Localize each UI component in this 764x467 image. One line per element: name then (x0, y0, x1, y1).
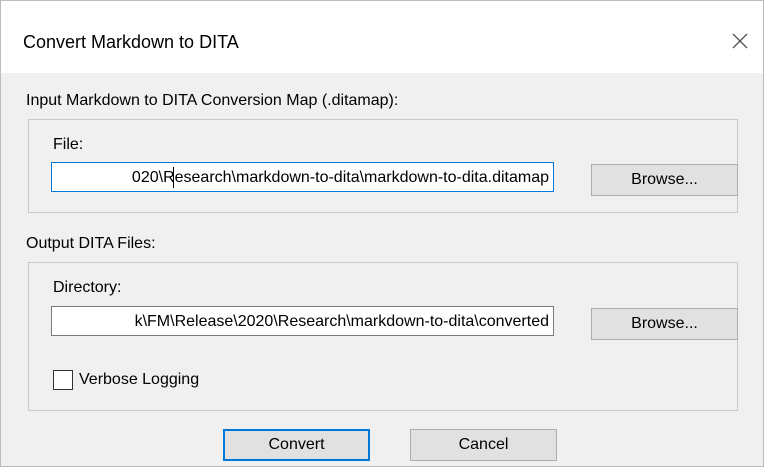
verbose-logging-label: Verbose Logging (79, 371, 200, 388)
input-file-group: File: 020\Research\markdown-to-dita\mark… (28, 119, 738, 213)
browse-file-button[interactable]: Browse... (591, 164, 738, 196)
dialog-titlebar: Convert Markdown to DITA (1, 1, 763, 73)
directory-label: Directory: (53, 279, 122, 296)
browse-directory-button[interactable]: Browse... (591, 308, 738, 340)
directory-path-input[interactable]: k\FM\Release\2020\Research\markdown-to-d… (51, 306, 554, 336)
file-label: File: (53, 136, 84, 153)
file-path-input[interactable]: 020\Research\markdown-to-dita\markdown-t… (51, 162, 554, 192)
close-icon (732, 33, 748, 49)
cancel-button[interactable]: Cancel (410, 429, 557, 461)
input-section-label: Input Markdown to DITA Conversion Map (.… (26, 92, 399, 109)
output-directory-group: Directory: k\FM\Release\2020\Research\ma… (28, 262, 738, 411)
file-path-value: 020\Research\markdown-to-dita\markdown-t… (131, 169, 549, 186)
convert-button[interactable]: Convert (223, 429, 370, 461)
close-button[interactable] (717, 21, 763, 61)
convert-markdown-dialog: Convert Markdown to DITA Input Markdown … (0, 0, 764, 467)
output-section-label: Output DITA Files: (26, 235, 156, 252)
verbose-logging-checkbox[interactable] (53, 370, 73, 390)
text-cursor (173, 167, 174, 188)
dialog-title: Convert Markdown to DITA (23, 32, 239, 52)
directory-path-value: k\FM\Release\2020\Research\markdown-to-d… (134, 313, 549, 330)
